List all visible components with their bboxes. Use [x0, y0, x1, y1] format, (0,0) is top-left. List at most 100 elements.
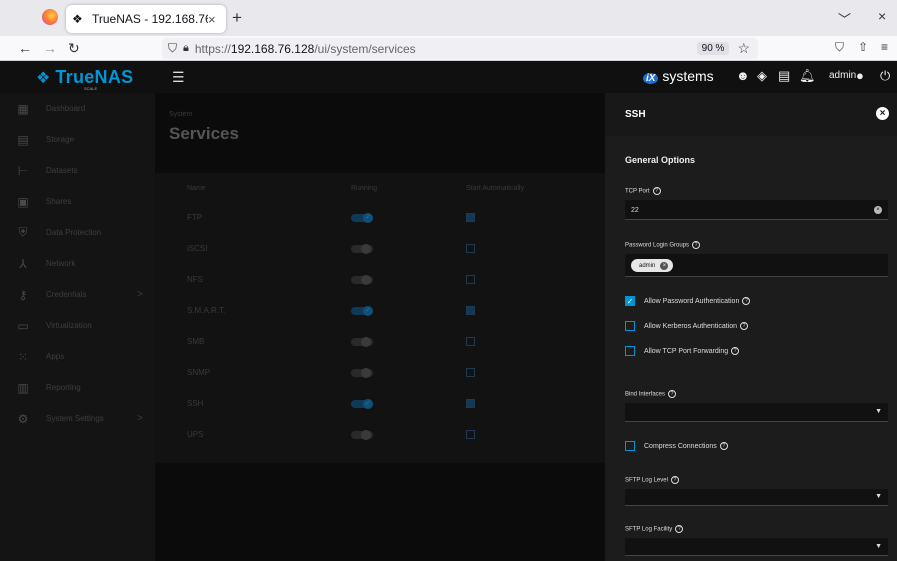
allow-kerberos-auth-row[interactable]: Allow Kerberos Authentication? — [625, 321, 748, 331]
help-icon[interactable]: ? — [742, 297, 751, 305]
help-icon[interactable]: ? — [670, 476, 679, 484]
back-arrow-icon[interactable]: ← — [18, 40, 32, 56]
sidebar-item-network[interactable]: ⅄ Network — [0, 248, 155, 279]
sidebar-item-data-protection[interactable]: ⛨ Data Protection — [0, 217, 155, 248]
window-close-icon[interactable]: × — [878, 8, 886, 24]
sidebar-item-credentials[interactable]: ⚷ Credentials > — [0, 279, 155, 310]
forward-arrow-icon[interactable]: → — [43, 40, 57, 56]
table-row[interactable]: NFS — [155, 265, 605, 296]
ixsystems-logo[interactable]: iX systems — [643, 68, 714, 84]
hamburger-menu-icon[interactable]: ☰ — [172, 69, 185, 86]
user-name[interactable]: admin — [829, 70, 856, 81]
menu-icon[interactable]: ≡ — [881, 40, 888, 54]
power-icon[interactable]: ⏻ — [880, 68, 890, 84]
help-icon[interactable]: ? — [731, 347, 740, 355]
alerts-bell-icon[interactable]: 🔔︎ — [799, 68, 816, 84]
help-icon[interactable]: ? — [719, 442, 728, 450]
tcp-port-input[interactable]: 22 × — [625, 200, 888, 220]
firefox-icon[interactable] — [42, 9, 58, 25]
help-icon[interactable]: ? — [652, 187, 661, 195]
breadcrumb[interactable]: System — [169, 111, 192, 118]
column-header-start-automatically[interactable]: Start Automatically — [466, 185, 524, 192]
storage-icon: ▤ — [17, 132, 29, 147]
sidebar-item-datasets[interactable]: ⊢ Datasets — [0, 155, 155, 186]
start-automatically-checkbox[interactable] — [466, 244, 475, 253]
start-automatically-checkbox[interactable] — [466, 275, 475, 284]
running-toggle[interactable]: ✓ — [351, 213, 373, 223]
column-header-running[interactable]: Running — [351, 185, 377, 192]
truenas-logo[interactable]: ❖ TrueNAS SCALE — [36, 67, 133, 91]
compress-connections-row[interactable]: Compress Connections? — [625, 441, 728, 451]
zoom-level[interactable]: 90 % — [696, 42, 730, 55]
start-automatically-checkbox[interactable] — [466, 399, 475, 408]
account-circle-icon[interactable]: ● — [856, 68, 864, 83]
sftp-log-facility-select[interactable]: ▼ — [625, 538, 888, 556]
tab-close-icon[interactable]: × — [208, 12, 220, 27]
reload-icon[interactable]: ↻ — [68, 40, 80, 57]
help-icon[interactable]: ? — [692, 241, 701, 249]
allow-password-auth-checkbox[interactable]: ✓ — [625, 296, 635, 306]
help-icon[interactable]: ? — [740, 322, 748, 330]
table-row[interactable]: iSCSI — [155, 234, 605, 265]
browser-tab-strip: ❖ TrueNAS - 192.168.76.128 × + ﹀ × — [0, 0, 897, 36]
shares-icon: ▣ — [17, 194, 29, 209]
new-tab-button[interactable]: + — [232, 8, 242, 28]
url-text[interactable]: https://192.168.76.128/ui/system/service… — [195, 42, 697, 56]
tracking-shield-icon[interactable]: ⛉ — [168, 41, 177, 56]
browser-tab[interactable]: ❖ TrueNAS - 192.168.76.128 × — [66, 5, 226, 33]
table-row[interactable]: S.M.A.R.T. ✓ — [155, 296, 605, 327]
allow-password-auth-row[interactable]: ✓ Allow Password Authentication? — [625, 296, 751, 306]
gear-icon: ⚙ — [17, 411, 29, 426]
sidebar-item-virtualization[interactable]: ▭ Virtualization — [0, 310, 155, 341]
start-automatically-checkbox[interactable] — [466, 213, 475, 222]
url-bar[interactable]: ⛉ 🔒︎ https://192.168.76.128/ui/system/se… — [162, 38, 758, 59]
running-toggle[interactable] — [351, 244, 373, 254]
share-icon[interactable]: ⇧ — [858, 40, 868, 54]
allow-tcp-forwarding-checkbox[interactable] — [625, 346, 635, 356]
lock-icon[interactable]: 🔒︎ — [183, 42, 189, 55]
help-icon[interactable]: ? — [675, 525, 684, 533]
start-automatically-checkbox[interactable] — [466, 337, 475, 346]
compress-connections-checkbox[interactable] — [625, 441, 635, 451]
start-automatically-checkbox[interactable] — [466, 430, 475, 439]
sidebar-item-apps[interactable]: ⁙ Apps — [0, 341, 155, 372]
clear-icon[interactable]: × — [874, 206, 882, 214]
running-toggle[interactable] — [351, 368, 373, 378]
table-row[interactable]: UPS — [155, 420, 605, 451]
feedback-icon[interactable]: ☻ — [736, 68, 750, 83]
sidebar-item-shares[interactable]: ▣ Shares — [0, 186, 155, 217]
password-login-groups-input[interactable]: admin × — [625, 254, 888, 277]
bind-interfaces-select[interactable]: ▼ — [625, 403, 888, 422]
start-automatically-checkbox[interactable] — [466, 368, 475, 377]
allow-kerberos-auth-checkbox[interactable] — [625, 321, 635, 331]
sidebar-item-dashboard[interactable]: ▦ Dashboard — [0, 93, 155, 124]
group-chip[interactable]: admin × — [631, 259, 674, 272]
chip-remove-icon[interactable]: × — [660, 261, 669, 270]
tab-list-chevron-icon[interactable]: ﹀ — [838, 9, 851, 28]
toggle-knob — [361, 275, 371, 285]
table-row[interactable]: SMB — [155, 327, 605, 358]
sftp-log-level-select[interactable]: ▼ — [625, 489, 888, 506]
service-name: NFS — [187, 275, 203, 284]
running-toggle[interactable]: ✓ — [351, 399, 373, 409]
start-automatically-checkbox[interactable] — [466, 306, 475, 315]
table-row[interactable]: SSH ✓ — [155, 389, 605, 420]
close-panel-icon[interactable]: × — [876, 107, 889, 120]
column-header-name[interactable]: Name — [187, 185, 206, 192]
pocket-icon[interactable]: ⛉ — [835, 40, 844, 55]
truecommand-icon[interactable]: ◈ — [757, 68, 767, 84]
running-toggle[interactable] — [351, 337, 373, 347]
sidebar-item-storage[interactable]: ▤ Storage — [0, 124, 155, 155]
running-toggle[interactable] — [351, 430, 373, 440]
help-icon[interactable]: ? — [668, 390, 677, 398]
table-row[interactable]: SNMP — [155, 358, 605, 389]
allow-tcp-forwarding-row[interactable]: Allow TCP Port Forwarding? — [625, 346, 740, 356]
running-toggle[interactable]: ✓ — [351, 306, 373, 316]
sidebar-item-reporting[interactable]: ▥ Reporting — [0, 372, 155, 403]
sidebar-item-system-settings[interactable]: ⚙ System Settings > — [0, 403, 155, 434]
tab-title: TrueNAS - 192.168.76.128 — [92, 12, 208, 26]
jobs-clipboard-icon[interactable]: ▤ — [778, 68, 790, 84]
bookmark-star-icon[interactable]: ☆ — [737, 40, 750, 57]
running-toggle[interactable] — [351, 275, 373, 285]
table-row[interactable]: FTP ✓ — [155, 203, 605, 234]
